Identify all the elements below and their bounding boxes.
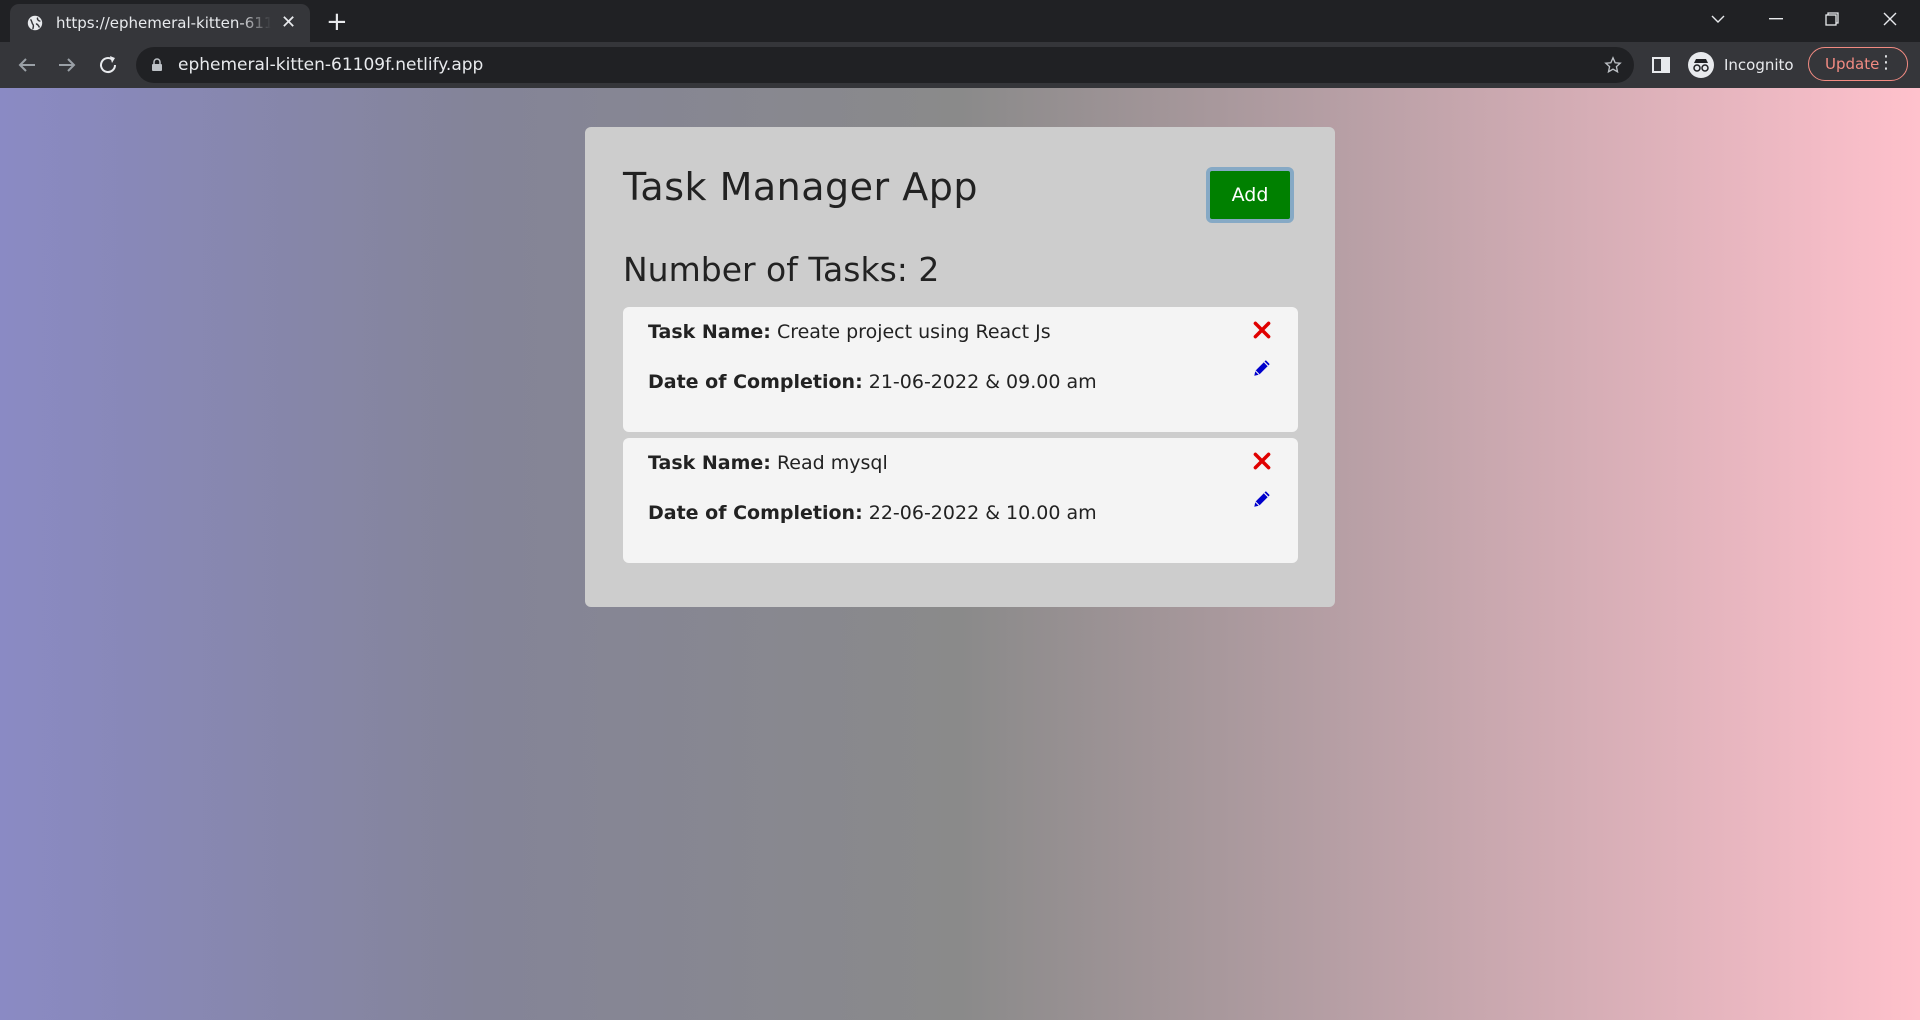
edit-pencil-icon[interactable]: [1251, 488, 1273, 510]
update-button[interactable]: Update ⋮: [1808, 47, 1908, 81]
address-bar[interactable]: ephemeral-kitten-61109f.netlify.app: [136, 47, 1634, 83]
task-name-value: Create project using React Js: [776, 321, 1051, 343]
tab-bar: https://ephemeral-kitten-61109f.netlify.…: [0, 0, 1920, 42]
task-card: Task Name: Create project using React Js…: [623, 307, 1298, 432]
browser-tab[interactable]: https://ephemeral-kitten-61109f.netlify.…: [10, 4, 310, 42]
page-title: Task Manager App: [623, 165, 978, 209]
lock-icon: [152, 58, 162, 71]
task-name-value: Read mysql: [776, 452, 888, 474]
task-name-label: Task Name:: [648, 321, 771, 343]
incognito-indicator[interactable]: Incognito: [1688, 48, 1803, 82]
delete-icon[interactable]: [1251, 450, 1273, 472]
restore-icon[interactable]: [1804, 0, 1860, 38]
task-list: Task Name: Create project using React Js…: [623, 307, 1298, 569]
incognito-icon: [1688, 52, 1714, 78]
task-date-value: 22-06-2022 & 10.00 am: [868, 502, 1097, 524]
page-viewport: Task Manager App Add Number of Tasks: 2 …: [0, 88, 1920, 1020]
browser-toolbar: ephemeral-kitten-61109f.netlify.app Inco…: [0, 42, 1920, 88]
close-icon[interactable]: ✕: [281, 14, 296, 32]
tab-title: https://ephemeral-kitten-61109f.netlify.…: [56, 14, 271, 32]
task-name-row: Task Name: Read mysql: [648, 452, 888, 474]
reload-icon[interactable]: [96, 53, 120, 77]
tab-search-icon[interactable]: [1690, 0, 1746, 38]
task-date-label: Date of Completion:: [648, 502, 863, 524]
side-panel-icon[interactable]: [1651, 55, 1671, 75]
edit-pencil-icon[interactable]: [1251, 357, 1273, 379]
add-task-button[interactable]: Add: [1206, 167, 1294, 223]
task-date-value: 21-06-2022 & 09.00 am: [868, 371, 1097, 393]
globe-icon: [27, 15, 43, 31]
task-name-label: Task Name:: [648, 452, 771, 474]
update-label: Update: [1825, 55, 1880, 73]
star-icon[interactable]: [1604, 56, 1622, 74]
task-date-row: Date of Completion: 22-06-2022 & 10.00 a…: [648, 502, 1097, 524]
delete-icon[interactable]: [1251, 319, 1273, 341]
incognito-label: Incognito: [1724, 56, 1794, 74]
url-text: ephemeral-kitten-61109f.netlify.app: [178, 55, 484, 75]
task-date-label: Date of Completion:: [648, 371, 863, 393]
back-icon[interactable]: [15, 53, 39, 77]
kebab-menu-icon[interactable]: ⋮: [1877, 54, 1895, 72]
task-name-row: Task Name: Create project using React Js: [648, 321, 1051, 343]
window-close-icon[interactable]: [1862, 0, 1918, 38]
task-count: Number of Tasks: 2: [623, 250, 940, 289]
forward-icon[interactable]: [55, 53, 79, 77]
task-card: Task Name: Read mysql Date of Completion…: [623, 438, 1298, 563]
task-date-row: Date of Completion: 21-06-2022 & 09.00 a…: [648, 371, 1097, 393]
plus-icon[interactable]: +: [326, 9, 348, 35]
minimize-icon[interactable]: [1748, 0, 1804, 38]
task-manager-panel: Task Manager App Add Number of Tasks: 2 …: [585, 127, 1335, 607]
